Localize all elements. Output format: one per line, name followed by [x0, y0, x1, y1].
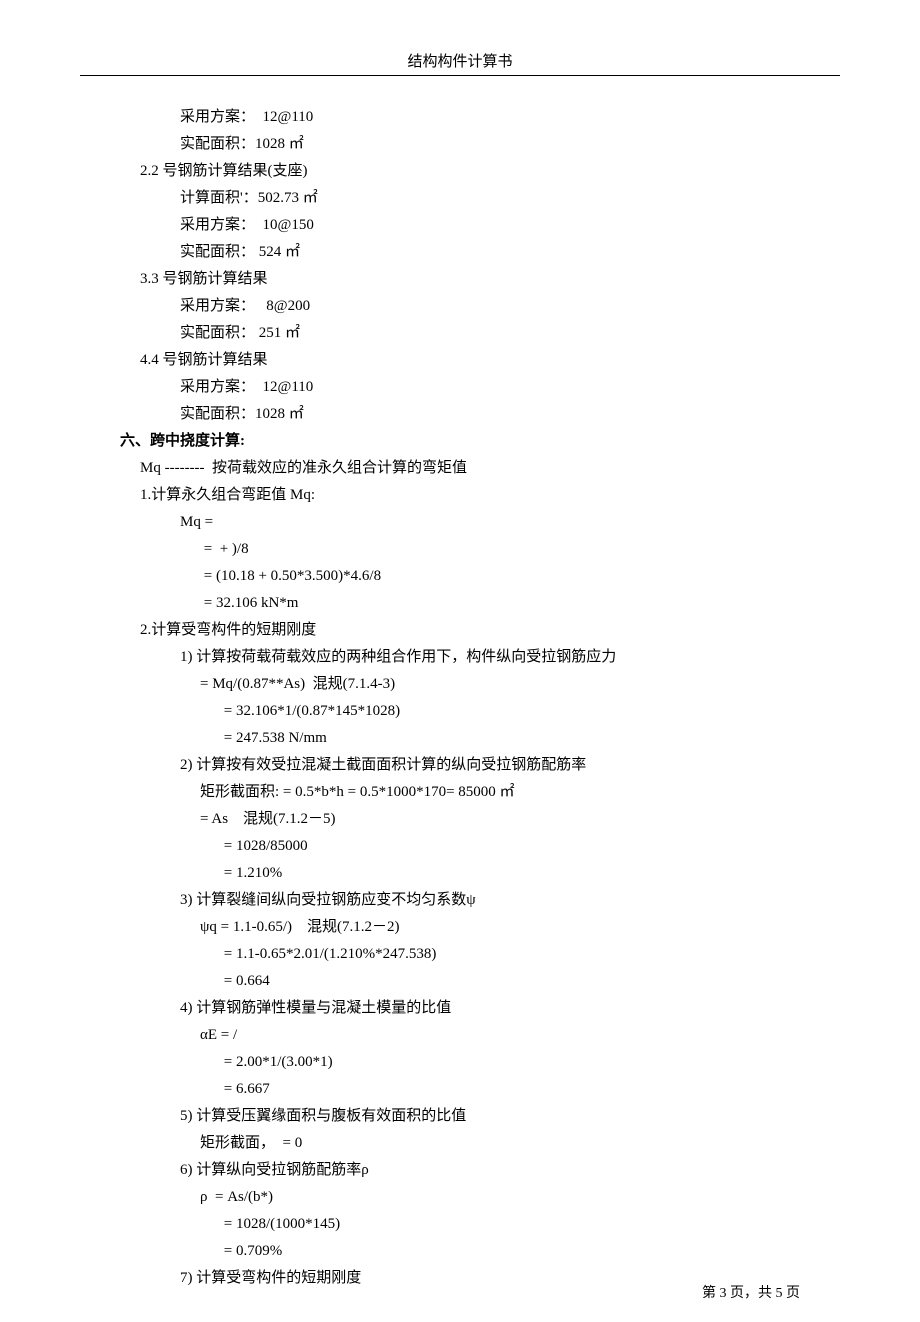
text-line: 4) 计算钢筋弹性模量与混凝土模量的比值 — [120, 995, 860, 1022]
text-line: 采用方案： 10@150 — [120, 212, 860, 239]
footer-prefix: 第 — [702, 1286, 720, 1301]
text-line: 1) 计算按荷载荷载效应的两种组合作用下，构件纵向受拉钢筋应力 — [120, 644, 860, 671]
text-line: 4.4 号钢筋计算结果 — [120, 347, 860, 374]
text-line: 实配面积： 251 ㎡ — [120, 320, 860, 347]
text-line: = 1028/(1000*145) — [120, 1211, 860, 1238]
text-line: 矩形截面， = 0 — [120, 1130, 860, 1157]
footer-suffix: 页 — [783, 1286, 801, 1301]
text-line: 采用方案： 12@110 — [120, 104, 860, 131]
text-line: 5) 计算受压翼缘面积与腹板有效面积的比值 — [120, 1103, 860, 1130]
text-line: = Mq/(0.87**As) 混规(7.1.4-3) — [120, 671, 860, 698]
footer-page-number: 3 — [720, 1286, 727, 1301]
document-page: 结构构件计算书 采用方案： 12@110实配面积：1028 ㎡2.2 号钢筋计算… — [60, 0, 860, 1322]
text-line: = + )/8 — [120, 536, 860, 563]
text-line: = 2.00*1/(3.00*1) — [120, 1049, 860, 1076]
text-line: ψq = 1.1-0.65/) 混规(7.1.2－2) — [120, 914, 860, 941]
footer-mid: 页，共 — [727, 1286, 776, 1301]
text-line: 采用方案： 8@200 — [120, 293, 860, 320]
text-line: 计算面积'：502.73 ㎡ — [120, 185, 860, 212]
text-line: 3) 计算裂缝间纵向受拉钢筋应变不均匀系数ψ — [120, 887, 860, 914]
document-body: 采用方案： 12@110实配面积：1028 ㎡2.2 号钢筋计算结果(支座)计算… — [60, 104, 860, 1292]
text-line: 6) 计算纵向受拉钢筋配筋率ρ — [120, 1157, 860, 1184]
text-line: 1.计算永久组合弯距值 Mq: — [120, 482, 860, 509]
text-line: 六、跨中挠度计算: — [120, 428, 860, 455]
text-line: 采用方案： 12@110 — [120, 374, 860, 401]
text-line: = 6.667 — [120, 1076, 860, 1103]
text-line: Mq = — [120, 509, 860, 536]
text-line: = 32.106*1/(0.87*145*1028) — [120, 698, 860, 725]
text-line: = 1.210% — [120, 860, 860, 887]
text-line: = As 混规(7.1.2－5) — [120, 806, 860, 833]
page-footer: 第 3 页，共 5 页 — [702, 1282, 800, 1302]
text-line: = 0.709% — [120, 1238, 860, 1265]
footer-total-pages: 5 — [776, 1286, 783, 1301]
text-line: ρ = As/(b*) — [120, 1184, 860, 1211]
text-line: 2.计算受弯构件的短期刚度 — [120, 617, 860, 644]
text-line: 2.2 号钢筋计算结果(支座) — [120, 158, 860, 185]
text-line: 实配面积：1028 ㎡ — [120, 401, 860, 428]
text-line: 2) 计算按有效受拉混凝土截面面积计算的纵向受拉钢筋配筋率 — [120, 752, 860, 779]
header-rule — [80, 75, 840, 76]
text-line: = 32.106 kN*m — [120, 590, 860, 617]
text-line: 3.3 号钢筋计算结果 — [120, 266, 860, 293]
text-line: 实配面积：1028 ㎡ — [120, 131, 860, 158]
text-line: = 247.538 N/mm — [120, 725, 860, 752]
text-line: = 0.664 — [120, 968, 860, 995]
text-line: = 1028/85000 — [120, 833, 860, 860]
text-line: 实配面积： 524 ㎡ — [120, 239, 860, 266]
text-line: αE = / — [120, 1022, 860, 1049]
text-line: 矩形截面积: = 0.5*b*h = 0.5*1000*170= 85000 ㎡ — [120, 779, 860, 806]
text-line: = 1.1-0.65*2.01/(1.210%*247.538) — [120, 941, 860, 968]
text-line: = (10.18 + 0.50*3.500)*4.6/8 — [120, 563, 860, 590]
text-line: Mq -------- 按荷载效应的准永久组合计算的弯矩值 — [120, 455, 860, 482]
page-header: 结构构件计算书 — [60, 50, 860, 71]
